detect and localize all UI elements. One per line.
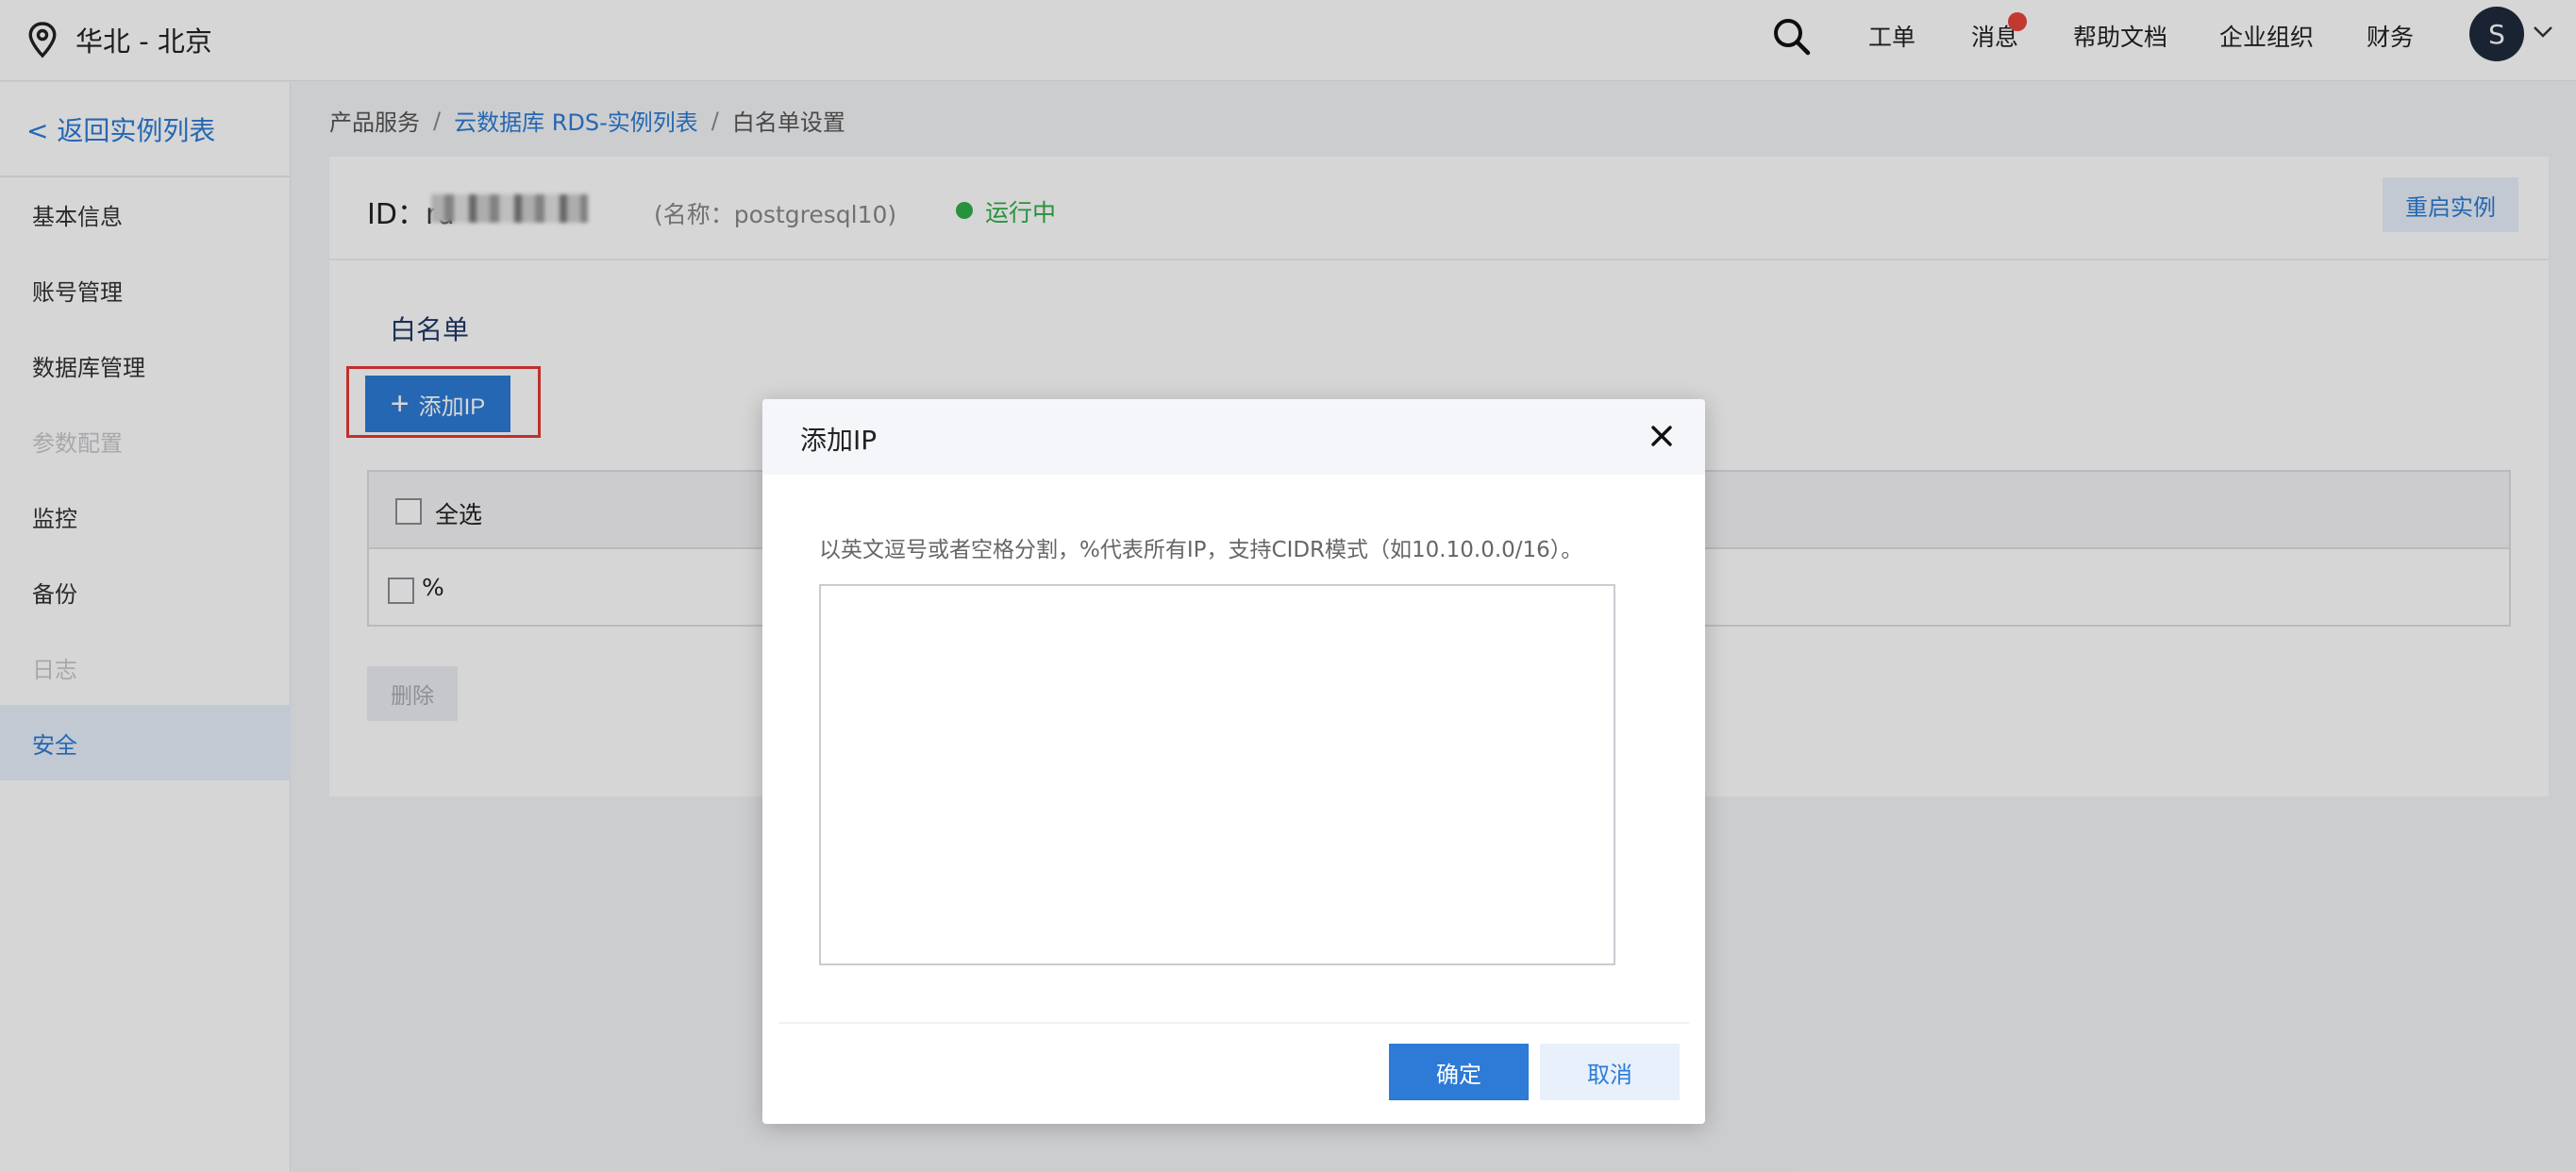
dialog-header: 添加IP <box>762 399 1705 475</box>
cancel-button[interactable]: 取消 <box>1540 1044 1680 1100</box>
dialog-hint: 以英文逗号或者空格分割，%代表所有IP，支持CIDR模式（如10.10.0.0/… <box>819 538 1583 562</box>
dialog-title: 添加IP <box>800 425 878 456</box>
confirm-button[interactable]: 确定 <box>1389 1044 1529 1100</box>
add-ip-dialog: 添加IP 以英文逗号或者空格分割，%代表所有IP，支持CIDR模式（如10.10… <box>762 399 1705 1124</box>
ip-input[interactable] <box>819 584 1615 965</box>
dialog-divider <box>779 1022 1689 1024</box>
close-icon[interactable] <box>1649 424 1674 448</box>
